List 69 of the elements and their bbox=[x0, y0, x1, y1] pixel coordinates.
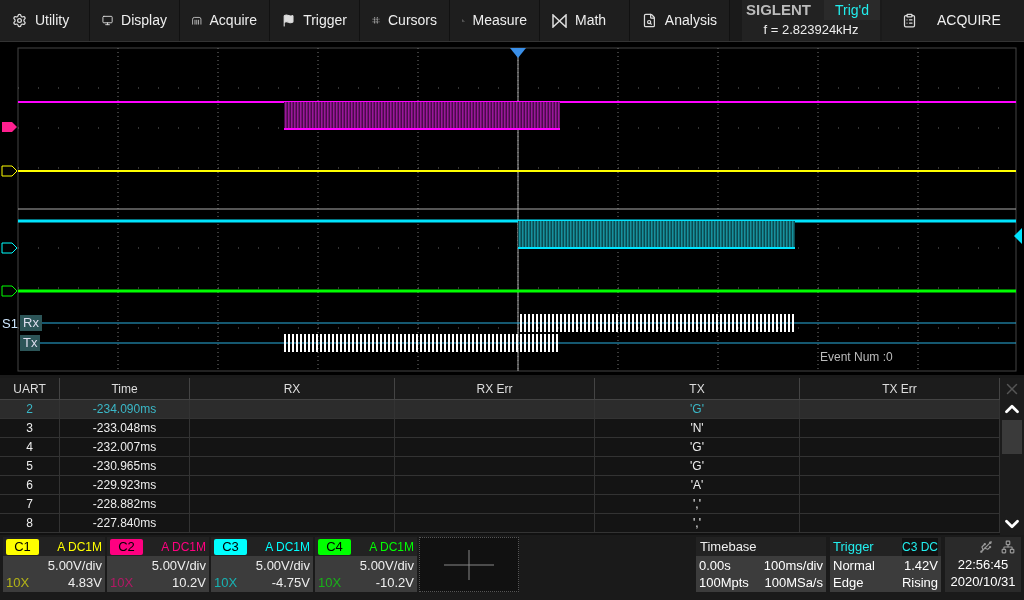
offset-value: 4.83V bbox=[68, 575, 102, 591]
table-cell: -227.840ms bbox=[60, 514, 190, 533]
sample-rate: 100MSa/s bbox=[764, 575, 823, 591]
vertical-scale: 5.00V/div bbox=[359, 557, 415, 575]
menu-button[interactable]: Math bbox=[540, 0, 630, 41]
channel-badge: C1 bbox=[6, 539, 39, 555]
delay-value: 0.00s bbox=[699, 557, 731, 575]
bus-label: S1 bbox=[2, 315, 18, 333]
channel-card[interactable]: C2 A DC1M 5.00V/div 10X 10.2V bbox=[107, 537, 209, 592]
timebase-title: Timebase bbox=[696, 537, 826, 556]
trigger-level: 1.42V bbox=[904, 557, 938, 575]
vertical-scale: 5.00V/div bbox=[47, 557, 103, 575]
probe-ratio: 10X bbox=[214, 575, 238, 591]
menu-button[interactable]: Acquire bbox=[180, 0, 270, 41]
acquire-mode-button[interactable]: ACQUIRE bbox=[882, 0, 1024, 41]
coupling-label: A DC1M bbox=[57, 539, 103, 556]
trigger-title: Trigger bbox=[833, 537, 874, 556]
channel-card[interactable]: C3 A DC1M 5.00V/div 10X -4.75V bbox=[211, 537, 313, 592]
trigger-slope: Rising bbox=[901, 575, 938, 591]
channel-card[interactable]: C1 A DC1M 5.00V/div 10X 4.83V bbox=[3, 537, 105, 592]
timebase-scale: 100ms/div bbox=[763, 557, 823, 575]
settings-icon bbox=[12, 13, 27, 28]
probe-ratio: 10X bbox=[110, 575, 134, 591]
table-cell: 8 bbox=[0, 514, 60, 533]
coupling-label: A DC1M bbox=[161, 539, 207, 556]
menu-button[interactable]: Trigger bbox=[270, 0, 360, 41]
vertical-scale: 5.00V/div bbox=[151, 557, 207, 575]
scrollbar-thumb[interactable] bbox=[1002, 420, 1022, 454]
add-channel-button[interactable] bbox=[419, 537, 519, 592]
usb-icon bbox=[979, 539, 993, 554]
menu-button[interactable]: Measure bbox=[450, 0, 540, 41]
event-count: Event Num :0 bbox=[820, 349, 893, 366]
coupling-label: A DC1M bbox=[265, 539, 311, 556]
brand-logo: SIGLENT bbox=[745, 0, 812, 20]
offset-value: -4.75V bbox=[271, 575, 310, 591]
trigger-mode: Normal bbox=[833, 557, 875, 575]
channel-badge: C4 bbox=[318, 539, 351, 555]
flag-icon bbox=[282, 13, 296, 28]
trigger-status: Trig'd bbox=[824, 0, 880, 20]
channel-badge: C2 bbox=[110, 539, 143, 555]
vertical-scale: 5.00V/div bbox=[255, 557, 311, 575]
probe-ratio: 10X bbox=[6, 575, 30, 591]
plus-icon bbox=[444, 549, 494, 580]
monitor-icon bbox=[102, 13, 114, 28]
clock-date: 2020/10/31 bbox=[950, 574, 1016, 590]
lane-label: Tx bbox=[20, 335, 41, 351]
frequency-readout: f = 2.823924kHz bbox=[762, 21, 860, 39]
coupling-label: A DC1M bbox=[369, 539, 415, 556]
clock-time: 22:56:45 bbox=[957, 556, 1009, 574]
menu-button[interactable]: Utility bbox=[0, 0, 90, 41]
menu-button[interactable]: Analysis bbox=[630, 0, 730, 41]
channel-card[interactable]: C4 A DC1M 5.00V/div 10X -10.2V bbox=[315, 537, 417, 592]
magnifier-document-icon bbox=[642, 13, 657, 28]
offset-value: -10.2V bbox=[375, 575, 414, 591]
offset-value: 10.2V bbox=[172, 575, 206, 591]
menu-button[interactable]: Cursors bbox=[360, 0, 450, 41]
channel-badge: C3 bbox=[214, 539, 247, 555]
table-cell: ',' bbox=[595, 514, 800, 533]
lane-label: Rx bbox=[20, 315, 42, 331]
probe-ratio: 10X bbox=[318, 575, 342, 591]
trigger-panel[interactable]: Trigger C3 DC Normal 1.42V Edge Rising bbox=[830, 537, 941, 592]
trigger-source: C3 DC bbox=[902, 537, 938, 556]
trigger-type: Edge bbox=[833, 575, 864, 591]
math-icon bbox=[552, 13, 567, 28]
network-icon bbox=[1001, 539, 1015, 554]
timebase-panel[interactable]: Timebase 0.00s 100ms/div 100Mpts 100MSa/s bbox=[696, 537, 826, 592]
memory-depth: 100Mpts bbox=[699, 575, 749, 591]
menu-button[interactable]: Display bbox=[90, 0, 180, 41]
clipboard-icon bbox=[902, 13, 917, 28]
